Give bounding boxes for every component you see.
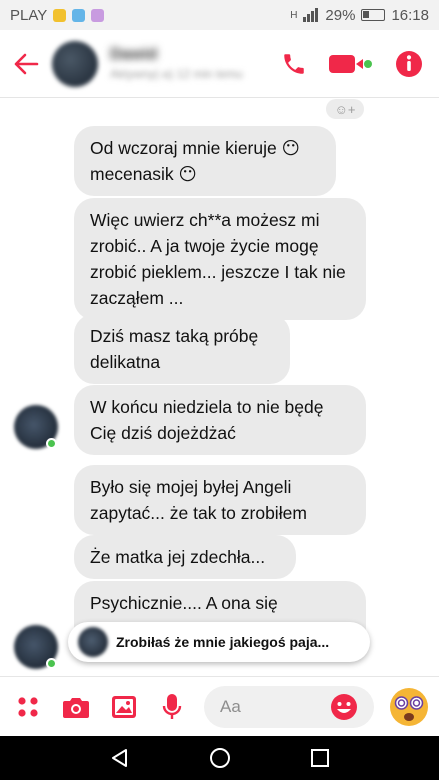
smiley-plus-icon: ☺+ — [334, 101, 356, 117]
message-bubble[interactable]: Że matka jej zdechła... — [74, 535, 296, 579]
status-bar: PLAY H 29% 16:18 — [0, 0, 439, 30]
back-button[interactable] — [0, 30, 52, 98]
message-bubble[interactable]: Więc uwierz ch**a możesz mi zrobić.. A j… — [74, 198, 366, 320]
contact-status: Aktywny(-a) 12 min temu — [110, 67, 243, 81]
voice-button[interactable] — [154, 689, 190, 725]
network-type: H — [290, 9, 298, 21]
camera-icon — [63, 697, 89, 718]
notification-icon — [91, 8, 105, 22]
contact-name: Dawid — [110, 46, 158, 63]
more-actions-button[interactable] — [10, 689, 46, 725]
message-text: W końcu niedziela to nie będę Cię dziś d… — [90, 397, 324, 443]
message-text: Że matka jej zdechła... — [90, 547, 266, 567]
battery-percent: 29% — [325, 6, 356, 24]
toast-avatar — [78, 627, 108, 657]
contact-info[interactable]: Dawid Aktywny(-a) 12 min temu — [110, 46, 243, 81]
message-input[interactable]: Aa — [204, 685, 374, 728]
online-indicator — [46, 438, 57, 449]
online-indicator — [46, 658, 57, 669]
message-text: Dziś masz taką próbę delikatna — [90, 326, 259, 372]
message-list[interactable]: ☺+ Od wczoraj mnie kieruje 😶 mecenasik 😶… — [0, 99, 439, 675]
home-nav-icon[interactable] — [209, 747, 231, 769]
carrier-label: PLAY — [10, 6, 48, 24]
add-reaction-button[interactable]: ☺+ — [326, 99, 364, 119]
system-nav-bar — [0, 736, 439, 780]
menu-dots-icon — [18, 696, 38, 717]
gallery-button[interactable] — [106, 689, 142, 725]
info-icon[interactable] — [395, 50, 423, 78]
back-arrow-icon — [14, 53, 39, 74]
message-bubble[interactable]: W końcu niedziela to nie będę Cię dziś d… — [74, 385, 366, 455]
message-bubble[interactable]: Dziś masz taką próbę delikatna — [74, 314, 290, 384]
contact-avatar[interactable] — [52, 40, 98, 87]
chat-header: Dawid Aktywny(-a) 12 min temu — [0, 30, 439, 98]
message-input-placeholder: Aa — [220, 696, 241, 716]
video-icon[interactable] — [329, 51, 373, 77]
message-bubble[interactable]: Było się mojej byłej Angeli zapytać... ż… — [74, 465, 366, 535]
clock: 16:18 — [391, 6, 429, 24]
toast-text: Zrobiłaś że mnie jakiegoś paja... — [116, 634, 330, 650]
message-bubble[interactable]: Od wczoraj mnie kieruje 😶 mecenasik 😶 — [74, 126, 336, 196]
back-nav-icon[interactable] — [110, 748, 130, 768]
notification-icon — [53, 8, 67, 22]
gallery-icon — [112, 695, 136, 718]
message-text: Więc uwierz ch**a możesz mi zrobić.. A j… — [90, 210, 346, 308]
signal-icon — [303, 8, 319, 22]
message-text: Było się mojej byłej Angeli zapytać... ż… — [90, 477, 307, 523]
message-text: Od wczoraj mnie kieruje 😶 mecenasik 😶 — [90, 138, 300, 184]
battery-icon — [361, 9, 386, 21]
mic-icon — [162, 693, 182, 719]
composer-bar: Aa — [0, 676, 439, 736]
emoji-icon[interactable] — [330, 693, 358, 721]
quick-reaction-emoji-icon[interactable] — [389, 687, 429, 727]
new-message-toast[interactable]: Zrobiłaś że mnie jakiegoś paja... — [68, 622, 370, 662]
message-text: Psychicznie.... A ona się — [90, 593, 278, 613]
recent-nav-icon[interactable] — [311, 749, 330, 767]
camera-button[interactable] — [58, 689, 94, 725]
phone-icon[interactable] — [281, 51, 307, 77]
notification-icon — [72, 8, 86, 22]
